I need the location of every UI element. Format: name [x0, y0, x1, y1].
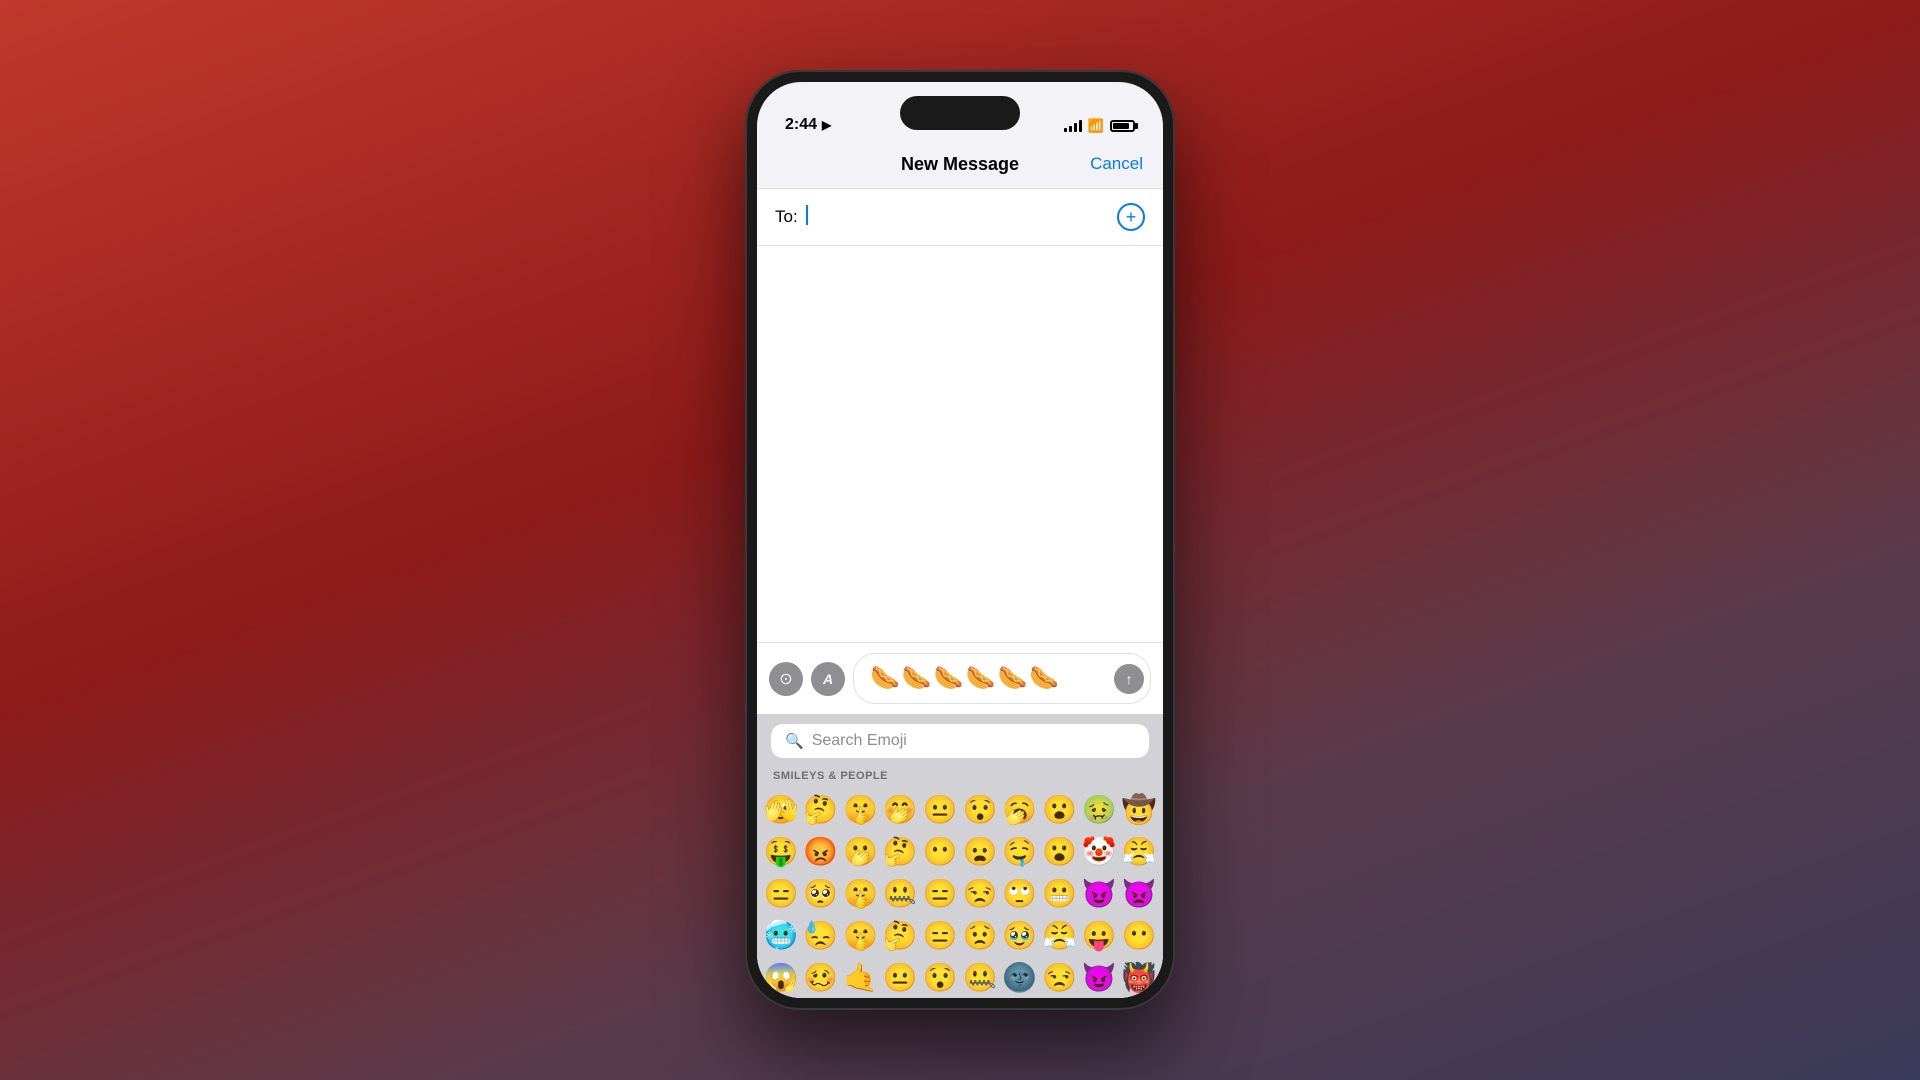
list-item[interactable]: 🥱 [1000, 788, 1040, 830]
list-item[interactable]: 😟 [960, 914, 1000, 956]
send-button[interactable]: ↑ [1114, 664, 1144, 694]
list-item[interactable]: 🤐 [960, 956, 1000, 998]
list-item[interactable]: 🥴 [801, 956, 841, 998]
list-item[interactable]: 😈 [1079, 956, 1119, 998]
phone-screen: 2:44 ▶ 📶 New Message [757, 82, 1163, 998]
list-item[interactable]: 😬 [1040, 872, 1080, 914]
list-item[interactable]: 😯 [960, 788, 1000, 830]
signal-bars-icon [1064, 120, 1082, 132]
send-icon: ↑ [1126, 671, 1133, 687]
message-bubble-input[interactable]: 🌭🌭🌭🌭🌭🌭 ↑ [853, 653, 1151, 704]
list-item[interactable]: 🫢 [841, 830, 881, 872]
nav-bar: New Message Cancel [757, 142, 1163, 189]
list-item[interactable]: 😶 [920, 830, 960, 872]
list-item[interactable]: 😯 [920, 956, 960, 998]
message-area[interactable] [757, 246, 1163, 642]
cancel-button[interactable]: Cancel [1090, 154, 1143, 174]
list-item[interactable]: 🤤 [1000, 830, 1040, 872]
list-item[interactable]: 😑 [761, 872, 801, 914]
camera-button[interactable]: ⊙ [769, 662, 803, 696]
location-arrow-icon: ▶ [822, 118, 831, 132]
list-item[interactable]: 🌚 [1000, 956, 1040, 998]
list-item[interactable]: 😐 [920, 788, 960, 830]
list-item[interactable]: 🥶 [761, 914, 801, 956]
list-item[interactable]: 🤭 [880, 788, 920, 830]
list-item[interactable]: 🥹 [1000, 914, 1040, 956]
to-input[interactable] [806, 205, 1109, 230]
message-input-row: ⊙ A 🌭🌭🌭🌭🌭🌭 ↑ [757, 642, 1163, 714]
list-item[interactable]: 😛 [1079, 914, 1119, 956]
list-item[interactable]: 🫣 [761, 788, 801, 830]
emoji-category-label: SMILEYS & PEOPLE [757, 766, 1163, 788]
list-item[interactable]: 🤑 [761, 830, 801, 872]
list-item[interactable]: 🤫 [841, 788, 881, 830]
to-label: To: [775, 207, 798, 227]
list-item[interactable]: 😑 [920, 914, 960, 956]
list-item[interactable]: 😮 [1040, 788, 1080, 830]
battery-icon [1110, 120, 1135, 132]
list-item[interactable]: 😓 [801, 914, 841, 956]
list-item[interactable]: 🤐 [880, 872, 920, 914]
to-field: To: + [757, 189, 1163, 246]
app-store-button[interactable]: A [811, 662, 845, 696]
phone-frame: 2:44 ▶ 📶 New Message [745, 70, 1175, 1010]
message-content: 🌭🌭🌭🌭🌭🌭 [870, 664, 1061, 693]
list-item[interactable]: 🤫 [841, 872, 881, 914]
list-item[interactable]: 😤 [1040, 914, 1080, 956]
nav-title: New Message [901, 154, 1019, 175]
list-item[interactable]: 😶 [1119, 914, 1159, 956]
list-item[interactable]: 🤔 [801, 788, 841, 830]
list-item[interactable]: 😡 [801, 830, 841, 872]
list-item[interactable]: 😐 [880, 956, 920, 998]
list-item[interactable]: 🥺 [801, 872, 841, 914]
status-time: 2:44 ▶ [785, 116, 831, 134]
emoji-search-placeholder: Search Emoji [812, 732, 907, 750]
dynamic-island [900, 96, 1020, 130]
list-item[interactable]: 🙄 [1000, 872, 1040, 914]
add-contact-button[interactable]: + [1117, 203, 1145, 231]
camera-icon: ⊙ [779, 669, 792, 689]
list-item[interactable]: 🤡 [1079, 830, 1119, 872]
list-item[interactable]: 😱 [761, 956, 801, 998]
emoji-grid: 🫣 🤔 🤫 🤭 😐 😯 🥱 😮 🤢 🤠 🤑 😡 🫢 🤔 😶 [757, 788, 1163, 998]
list-item[interactable]: 👹 [1119, 956, 1159, 998]
list-item[interactable]: 🤔 [880, 830, 920, 872]
text-cursor [806, 205, 808, 225]
list-item[interactable]: 🤙 [841, 956, 881, 998]
list-item[interactable]: 🤔 [880, 914, 920, 956]
list-item[interactable]: 👿 [1119, 872, 1159, 914]
wifi-icon: 📶 [1088, 118, 1104, 134]
list-item[interactable]: 🤢 [1079, 788, 1119, 830]
status-icons: 📶 [1064, 118, 1135, 134]
list-item[interactable]: 🤠 [1119, 788, 1159, 830]
list-item[interactable]: 🤫 [841, 914, 881, 956]
main-content: New Message Cancel To: + ⊙ A [757, 142, 1163, 998]
list-item[interactable]: 😮 [1040, 830, 1080, 872]
search-icon: 🔍 [785, 732, 804, 750]
list-item[interactable]: 😦 [960, 830, 1000, 872]
list-item[interactable]: 😈 [1079, 872, 1119, 914]
list-item[interactable]: 😑 [920, 872, 960, 914]
emoji-keyboard: 🔍 Search Emoji SMILEYS & PEOPLE 🫣 🤔 🤫 🤭 … [757, 714, 1163, 998]
list-item[interactable]: 😤 [1119, 830, 1159, 872]
emoji-search-bar[interactable]: 🔍 Search Emoji [771, 724, 1149, 758]
list-item[interactable]: 😒 [960, 872, 1000, 914]
app-icon: A [823, 671, 833, 687]
list-item[interactable]: 😒 [1040, 956, 1080, 998]
